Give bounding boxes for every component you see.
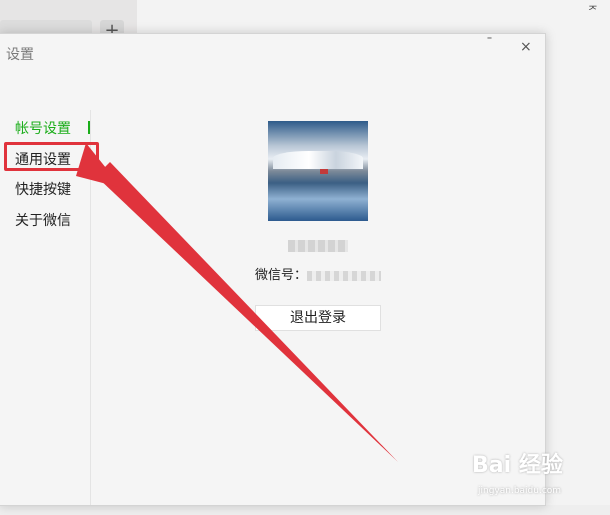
annotation-highlight-box [4, 142, 99, 171]
watermark-logo: Bai 经验 [472, 453, 563, 478]
wechat-id-blurred [307, 270, 382, 281]
dialog-title: 设置 [6, 47, 34, 63]
settings-dialog: 设置 ˉ × 帐号设置 通用设置 快捷按键 关于微信 微信号： 退出登录 [0, 33, 546, 506]
close-button[interactable]: × [520, 39, 532, 55]
avatar-house [320, 169, 328, 174]
wechat-id-row: 微信号： [255, 264, 382, 283]
nav-item-account[interactable]: 帐号设置 [15, 118, 71, 138]
logout-button[interactable]: 退出登录 [255, 305, 381, 331]
wechat-id-label: 微信号： [255, 268, 308, 283]
avatar-mountains [273, 151, 363, 169]
nav-item-shortcuts[interactable]: 快捷按键 [15, 179, 71, 199]
minimize-button[interactable]: ˉ [486, 36, 493, 52]
pin-icon[interactable]: ᅎ [588, 2, 598, 18]
bottom-strip [0, 505, 610, 515]
avatar [268, 121, 368, 221]
nickname-blurred [288, 240, 348, 252]
watermark-url: jingyan.baidu.com [478, 486, 562, 496]
nav-item-about[interactable]: 关于微信 [15, 210, 71, 230]
active-indicator [88, 121, 90, 134]
